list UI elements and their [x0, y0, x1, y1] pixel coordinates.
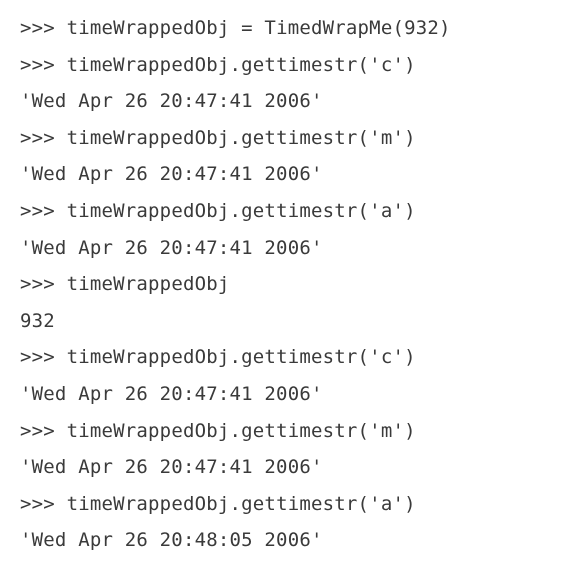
code-text: timeWrappedObj.gettimestr('a') — [66, 492, 416, 515]
code-text: timeWrappedObj.gettimestr('m') — [66, 419, 416, 442]
input-line: >>> timeWrappedObj.gettimestr('a') — [20, 193, 560, 230]
prompt: >>> — [20, 53, 55, 76]
output-text: 'Wed Apr 26 20:47:41 2006' — [20, 382, 323, 405]
output-line: 'Wed Apr 26 20:47:41 2006' — [20, 449, 560, 486]
input-line: >>> timeWrappedObj.gettimestr('m') — [20, 120, 560, 157]
input-line: >>> timeWrappedObj.gettimestr('a') — [20, 486, 560, 523]
prompt: >>> — [20, 126, 55, 149]
output-line: 'Wed Apr 26 20:47:41 2006' — [20, 230, 560, 267]
output-text: 'Wed Apr 26 20:47:41 2006' — [20, 163, 323, 186]
input-line: >>> timeWrappedObj.gettimestr('m') — [20, 413, 560, 450]
code-text: timeWrappedObj.gettimestr('a') — [66, 199, 416, 222]
output-line: 'Wed Apr 26 20:47:41 2006' — [20, 376, 560, 413]
input-line: >>> timeWrappedObj.gettimestr('c') — [20, 339, 560, 376]
output-text: 'Wed Apr 26 20:48:05 2006' — [20, 529, 323, 552]
output-line: 932 — [20, 303, 560, 340]
code-text: timeWrappedObj — [66, 273, 230, 296]
prompt: >>> — [20, 273, 55, 296]
prompt: >>> — [20, 419, 55, 442]
output-line: 'Wed Apr 26 20:47:41 2006' — [20, 156, 560, 193]
output-line: 'Wed Apr 26 20:48:05 2006' — [20, 522, 560, 559]
prompt: >>> — [20, 17, 55, 39]
interactive-session: >>> timeWrappedObj = TimedWrapMe(932) >>… — [20, 10, 560, 559]
output-text: 'Wed Apr 26 20:47:41 2006' — [20, 456, 323, 479]
prompt: >>> — [20, 492, 55, 515]
code-text: timeWrappedObj = TimedWrapMe(932) — [66, 17, 451, 39]
input-line: >>> timeWrappedObj.gettimestr('c') — [20, 47, 560, 84]
output-text: 'Wed Apr 26 20:47:41 2006' — [20, 236, 323, 259]
prompt: >>> — [20, 199, 55, 222]
code-text: timeWrappedObj.gettimestr('c') — [66, 53, 416, 76]
input-line: >>> timeWrappedObj = TimedWrapMe(932) — [20, 10, 560, 47]
output-line: 'Wed Apr 26 20:47:41 2006' — [20, 83, 560, 120]
code-text: timeWrappedObj.gettimestr('m') — [66, 126, 416, 149]
output-text: 'Wed Apr 26 20:47:41 2006' — [20, 90, 323, 113]
code-text: timeWrappedObj.gettimestr('c') — [66, 346, 416, 369]
prompt: >>> — [20, 346, 55, 369]
output-text: 932 — [20, 309, 55, 332]
input-line: >>> timeWrappedObj — [20, 266, 560, 303]
